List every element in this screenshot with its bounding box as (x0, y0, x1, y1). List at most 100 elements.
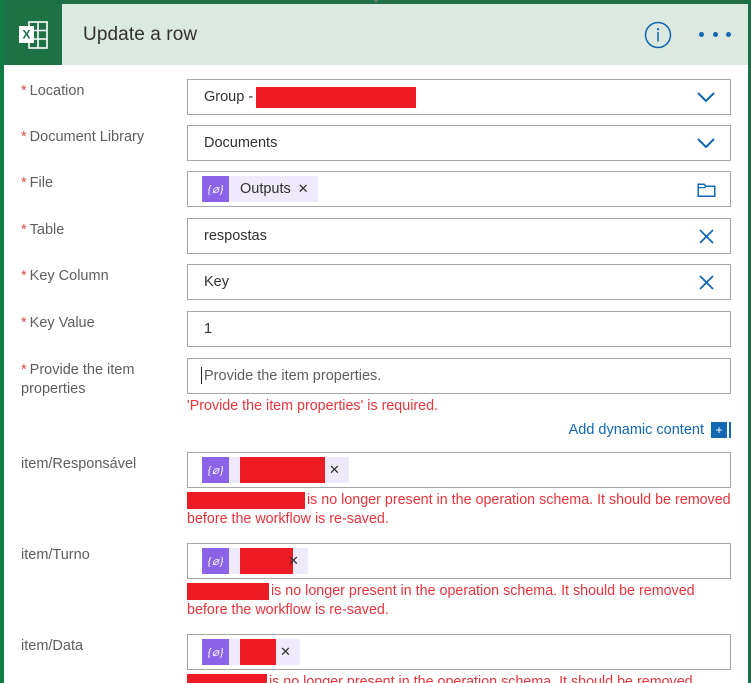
label-table: * Table (21, 222, 65, 238)
chevron-down-icon[interactable] (694, 85, 718, 109)
key-column-combobox[interactable]: Key (187, 264, 731, 300)
redacted-text (187, 673, 267, 683)
required-asterisk: * (21, 129, 27, 145)
field-row-document-library: * Document Library Documents (4, 125, 748, 161)
table-value: respostas (204, 228, 267, 244)
remove-token-icon[interactable]: ✕ (329, 457, 349, 483)
remove-token-icon[interactable]: ✕ (280, 639, 300, 665)
schema-rows-list: item/Responsável {⌀} ✕ is no longer present… (4, 452, 748, 683)
schema-field-row: item/Turno {⌀} ✕ is no longer present in th… (4, 543, 748, 620)
update-a-row-action-card: X Update a row * Location Group - * Docu… (0, 0, 751, 683)
field-row-item-properties: * Provide the item properties Provide the… (4, 358, 748, 416)
item-properties-input[interactable]: Provide the item properties. (187, 358, 731, 394)
label-key-column: * Key Column (21, 268, 109, 284)
action-header: X Update a row (4, 4, 748, 65)
dynamic-content-icon: {⌀} (202, 457, 229, 483)
field-row-table: * Table respostas (4, 218, 748, 254)
field-col-item-properties: Provide the item properties. 'Provide th… (187, 358, 731, 416)
schema-field-label: item/Data (21, 638, 84, 654)
add-dynamic-content-plus-icon[interactable]: + (711, 422, 727, 438)
schema-field-col: {⌀} ✕ is no longer present in the operatio… (187, 543, 731, 620)
document-library-value: Documents (204, 135, 278, 151)
location-value: Group - (188, 86, 417, 108)
dynamic-content-icon: {⌀} (202, 639, 229, 665)
field-row-location: * Location Group - (4, 79, 748, 115)
label-key-value: * Key Value (21, 315, 95, 331)
clear-x-icon[interactable] (694, 270, 718, 294)
field-col-table: respostas (187, 218, 731, 254)
dynamic-content-token[interactable]: {⌀} ✕ (202, 639, 300, 665)
card-top-strip (4, 0, 748, 4)
schema-field-label: item/Turno (21, 547, 90, 563)
token-label: Outputs (240, 181, 291, 197)
redacted-text (187, 582, 269, 600)
info-circle-icon[interactable] (641, 18, 675, 52)
field-row-key-value: * Key Value 1 (4, 311, 748, 347)
schema-field-col: {⌀} ✕ is no longer present in the operatio… (187, 452, 731, 529)
label-file: * File (21, 175, 54, 191)
document-library-combobox[interactable]: Documents (187, 125, 731, 161)
page-title: Update a row (83, 23, 198, 45)
label-item-properties: * Provide the item properties (21, 362, 135, 397)
token-label (229, 457, 329, 483)
field-col-document-library: Documents (187, 125, 731, 161)
dynamic-content-icon: {⌀} (202, 176, 229, 202)
schema-field-error: is no longer present in the operation sc… (187, 579, 731, 620)
dynamic-content-token[interactable]: {⌀} Outputs ✕ (202, 176, 318, 202)
schema-field-row: item/Responsável {⌀} ✕ is no longer present… (4, 452, 748, 529)
schema-field-col: {⌀} ✕ is no longer present in the operatio… (187, 634, 731, 683)
token-label (229, 548, 297, 574)
field-col-key-value: 1 (187, 311, 731, 347)
required-asterisk: * (21, 175, 27, 191)
table-combobox[interactable]: respostas (187, 218, 731, 254)
dynamic-content-icon: {⌀} (202, 548, 229, 574)
field-col-location: Group - (187, 79, 731, 115)
clear-x-icon[interactable] (694, 224, 718, 248)
label-location: * Location (21, 83, 85, 99)
required-asterisk: * (21, 315, 27, 331)
label-document-library: * Document Library (21, 129, 145, 145)
key-value-input[interactable]: 1 (187, 311, 731, 347)
add-dynamic-content-link[interactable]: Add dynamic content (569, 422, 704, 438)
schema-field-input[interactable]: {⌀} ✕ (187, 452, 731, 488)
svg-text:X: X (22, 27, 30, 41)
token-label (229, 639, 280, 665)
field-col-key-column: Key (187, 264, 731, 300)
schema-field-error: is no longer present in the operation sc… (187, 670, 731, 683)
redacted-text (240, 639, 276, 665)
item-properties-error: 'Provide the item properties' is require… (187, 398, 439, 414)
redacted-text (240, 457, 325, 483)
redacted-text (240, 548, 293, 574)
required-asterisk: * (21, 362, 27, 378)
field-row-file: * File {⌀} Outputs ✕ (4, 171, 748, 207)
schema-field-error: is no longer present in the operation sc… (187, 488, 731, 529)
schema-field-input[interactable]: {⌀} ✕ (187, 543, 731, 579)
excel-icon: X (4, 4, 62, 65)
required-asterisk: * (21, 222, 27, 238)
field-col-file: {⌀} Outputs ✕ (187, 171, 731, 207)
schema-field-input[interactable]: {⌀} ✕ (187, 634, 731, 670)
required-asterisk: * (21, 268, 27, 284)
location-combobox[interactable]: Group - (187, 79, 731, 115)
action-form: * Location Group - * Document Library Do… (4, 79, 748, 683)
folder-icon[interactable] (694, 177, 718, 201)
required-asterisk: * (21, 83, 27, 99)
dynamic-content-token[interactable]: {⌀} ✕ (202, 548, 308, 574)
redacted-text (187, 491, 305, 509)
schema-field-row: item/Data {⌀} ✕ is no longer present in the… (4, 634, 748, 683)
key-value-text: 1 (204, 321, 213, 337)
remove-token-icon[interactable]: ✕ (298, 176, 318, 202)
schema-field-label: item/Responsável (21, 456, 137, 472)
remove-token-icon[interactable]: ✕ (288, 548, 308, 574)
item-properties-placeholder: Provide the item properties. (204, 368, 382, 384)
more-horizontal-icon[interactable] (695, 18, 735, 52)
field-row-key-column: * Key Column Key (4, 264, 748, 300)
dynamic-content-token[interactable]: {⌀} ✕ (202, 457, 349, 483)
file-input[interactable]: {⌀} Outputs ✕ (187, 171, 731, 207)
redacted-text (256, 86, 417, 108)
key-column-value: Key (204, 274, 229, 290)
focus-cursor (729, 422, 731, 438)
collapse-caret-icon[interactable] (370, 0, 382, 3)
add-dynamic-content-row: Add dynamic content + (4, 416, 748, 438)
chevron-down-icon[interactable] (694, 131, 718, 155)
